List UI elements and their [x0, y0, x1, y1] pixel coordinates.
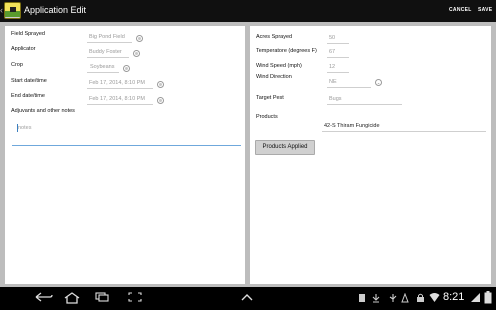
battery-icon	[484, 291, 492, 304]
start-datetime-value: Feb 17, 2014, 8:10 PM	[89, 80, 145, 86]
chevron-up-icon[interactable]	[240, 292, 254, 302]
temperature-value: 67	[329, 49, 336, 55]
list-item[interactable]: 42-S Thiram Fungicide	[322, 123, 486, 132]
temperature-input[interactable]: 67	[327, 47, 349, 58]
start-datetime-label: Start date/time	[11, 78, 47, 84]
end-datetime-value: Feb 17, 2014, 8:10 PM	[89, 96, 145, 102]
app-logo-field	[5, 11, 20, 18]
notes-placeholder: notes	[18, 125, 32, 131]
end-datetime-label: End date/time	[11, 93, 45, 99]
up-caret-icon[interactable]: ‹	[0, 5, 3, 15]
target-pest-input[interactable]: Bugs	[327, 94, 402, 105]
app-logo-icon[interactable]	[4, 2, 21, 19]
adjuvants-label: Adjuvants and other notes	[11, 108, 75, 114]
system-bar: 8:21	[0, 287, 496, 310]
crop-value: Soybeans	[90, 64, 115, 70]
clear-applicator-icon[interactable]	[133, 50, 140, 57]
acres-sprayed-label: Acres Sprayed	[256, 34, 293, 40]
back-icon[interactable]	[35, 292, 53, 302]
acres-sprayed-value: 50	[329, 35, 336, 41]
notes-input[interactable]: notes	[12, 122, 241, 146]
signal-icon	[471, 293, 480, 302]
target-pest-label: Target Pest	[256, 95, 284, 101]
screenshot-icon[interactable]	[128, 292, 142, 302]
temperature-label: Temperatore (degrees F)	[256, 48, 317, 54]
chevron-down-icon[interactable]: ⌄	[375, 79, 382, 86]
wind-speed-input[interactable]: 12	[327, 62, 349, 73]
products-label: Products	[256, 114, 278, 120]
applicator-input[interactable]: Buddy Foster	[87, 47, 129, 58]
home-icon[interactable]	[64, 292, 80, 304]
clear-end-datetime-icon[interactable]	[157, 97, 164, 104]
usb-icon	[389, 294, 397, 302]
products-applied-button[interactable]: Products Applied	[255, 140, 315, 155]
applicator-value: Buddy Foster	[89, 49, 122, 55]
end-datetime-input[interactable]: Feb 17, 2014, 8:10 PM	[87, 94, 153, 105]
acres-sprayed-input[interactable]: 50	[327, 33, 349, 44]
crop-label: Crop	[11, 62, 23, 68]
left-panel: Field Sprayed Big Pond Field Applicator …	[5, 26, 245, 284]
clock: 8:21	[443, 291, 465, 303]
right-panel: Acres Sprayed 50 Temperatore (degrees F)…	[250, 26, 491, 284]
wind-direction-value: NE	[329, 79, 337, 85]
lock-icon	[417, 293, 424, 302]
wind-speed-value: 12	[329, 64, 336, 70]
target-pest-value: Bugs	[329, 96, 342, 102]
field-sprayed-input[interactable]: Big Pond Field	[87, 32, 132, 43]
field-sprayed-value: Big Pond Field	[89, 34, 125, 40]
wind-direction-label: Wind Direction	[256, 74, 292, 80]
clear-field-sprayed-icon[interactable]	[136, 35, 143, 42]
product-name: 42-S Thiram Fungicide	[324, 123, 380, 129]
applicator-label: Applicator	[11, 46, 36, 52]
wind-direction-select[interactable]: NE	[327, 77, 371, 88]
page-title: Application Edit	[24, 5, 87, 15]
start-datetime-input[interactable]: Feb 17, 2014, 8:10 PM	[87, 78, 153, 89]
cancel-button[interactable]: CANCEL	[449, 7, 472, 13]
crop-input[interactable]: Soybeans	[87, 62, 119, 73]
notification-icon	[359, 294, 365, 302]
recent-apps-icon[interactable]	[95, 292, 109, 302]
wind-speed-label: Wind Speed (mph)	[256, 63, 302, 69]
wifi-icon	[429, 293, 440, 302]
content-area: Field Sprayed Big Pond Field Applicator …	[0, 22, 496, 287]
action-bar: ‹ Application Edit CANCEL SAVE	[0, 0, 496, 22]
field-sprayed-label: Field Sprayed	[11, 31, 45, 37]
download-icon	[372, 294, 380, 303]
clear-crop-icon[interactable]	[123, 65, 130, 72]
app-logo-mark	[10, 7, 16, 12]
screen: ‹ Application Edit CANCEL SAVE Field Spr…	[0, 0, 496, 310]
save-button[interactable]: SAVE	[478, 7, 492, 13]
alert-icon	[401, 293, 409, 303]
clear-start-datetime-icon[interactable]	[157, 81, 164, 88]
